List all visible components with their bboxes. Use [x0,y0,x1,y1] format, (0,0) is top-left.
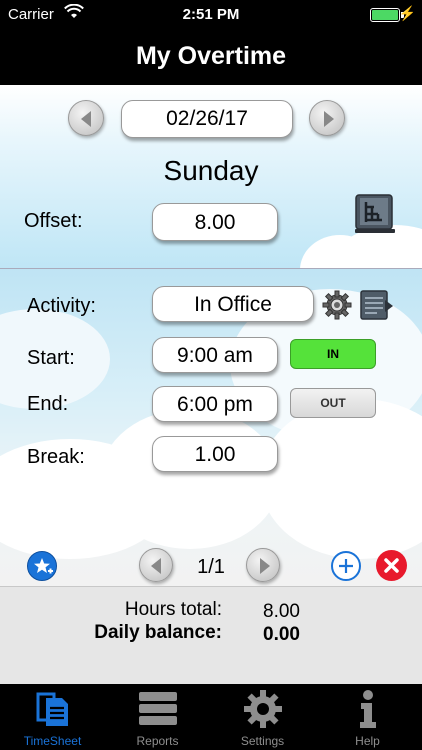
tab-timesheet[interactable]: TimeSheet [0,684,105,750]
hours-total-value: 8.00 [263,601,300,622]
next-date-button[interactable] [309,100,345,136]
activity-field[interactable]: In Office [152,286,314,322]
date-field[interactable]: 02/26/17 [121,100,293,138]
end-label: End: [27,393,69,415]
triangle-right-icon [260,558,270,574]
star-icon [34,558,53,574]
tab-settings-label: Settings [240,734,285,748]
status-time: 2:51 PM [182,6,240,23]
favorite-activity-button[interactable] [27,551,57,581]
entry-pager: 1/1 [197,556,225,578]
settings-gear-icon [244,690,282,728]
page-title: My Overtime [0,30,422,85]
totals-panel: Hours total: 8.00 Daily balance: 0.00 [0,586,422,684]
add-entry-button[interactable] [331,551,361,581]
tab-settings[interactable]: Settings [210,684,315,750]
plus-icon [339,559,353,573]
triangle-left-icon [151,558,161,574]
settings-gear-icon[interactable] [321,289,353,321]
start-time-field[interactable]: 9:00 am [152,337,278,373]
hours-total-label: Hours total: [124,599,222,620]
start-label: Start: [27,347,75,369]
previous-entry-button[interactable] [139,548,173,582]
clock-out-button[interactable]: OUT [290,388,376,418]
info-icon [360,690,376,728]
end-time-field[interactable]: 6:00 pm [152,386,278,422]
tab-help[interactable]: Help [315,684,420,750]
tab-reports[interactable]: Reports [105,684,210,750]
calculator-icon[interactable] [354,193,396,235]
triangle-right-icon [324,111,334,127]
delete-entry-button[interactable] [376,550,407,581]
charging-icon: ⚡ [398,5,416,21]
close-icon [384,558,399,573]
next-entry-button[interactable] [246,548,280,582]
daily-balance-value: 0.00 [263,624,300,645]
tab-reports-label: Reports [136,734,179,748]
previous-date-button[interactable] [68,100,104,136]
tab-timesheet-label: TimeSheet [23,734,82,748]
clock-in-button[interactable]: IN [290,339,376,369]
tab-help-label: Help [355,734,380,748]
battery-icon [370,8,400,22]
edit-notes-icon[interactable] [359,288,395,322]
activity-label: Activity: [27,295,96,317]
offset-label: Offset: [24,210,83,232]
timesheet-icon [36,692,68,726]
status-bar: Carrier 2:51 PM ⚡ [0,0,422,30]
offset-field[interactable]: 8.00 [152,203,278,241]
reports-icon [139,692,177,725]
daily-balance-label: Daily balance: [94,622,222,643]
break-field[interactable]: 1.00 [152,436,278,472]
tab-bar: TimeSheet Reports Settings Help [0,684,422,750]
break-label: Break: [27,446,85,468]
triangle-left-icon [81,111,91,127]
day-of-week: Sunday [163,155,259,186]
